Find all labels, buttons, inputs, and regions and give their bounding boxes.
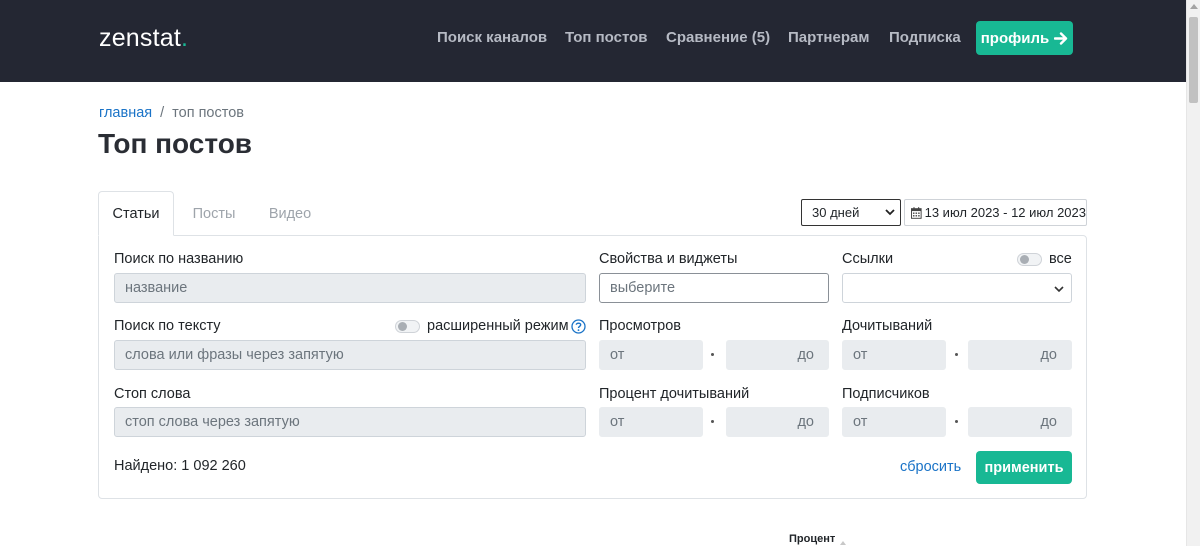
- results-count: Найдено: 1 092 260: [114, 458, 246, 474]
- read-percent-to-input[interactable]: до: [726, 407, 829, 437]
- nav-subscription[interactable]: Подписка: [889, 29, 961, 46]
- title-search-input[interactable]: название: [114, 273, 586, 303]
- advanced-mode-label: расширенный режим: [427, 318, 569, 334]
- scroll-up-arrow-icon[interactable]: [1190, 4, 1198, 9]
- nav-partners[interactable]: Партнерам: [788, 29, 869, 46]
- text-search-label: Поиск по тексту: [114, 318, 221, 334]
- profile-button-label: профиль: [980, 29, 1050, 47]
- sort-icon[interactable]: [840, 541, 846, 545]
- toggle-knob: [1020, 255, 1029, 264]
- text-search-input[interactable]: слова или фразы через запятую: [114, 340, 586, 370]
- range-dash: [955, 420, 958, 423]
- reset-link[interactable]: сбросить: [900, 459, 961, 475]
- table-column-header[interactable]: Процент: [789, 533, 835, 545]
- apply-button[interactable]: применить: [976, 451, 1072, 484]
- links-select[interactable]: [842, 273, 1072, 303]
- logo-text: zenstat: [99, 24, 182, 52]
- logo[interactable]: zenstat.: [99, 24, 188, 53]
- subscribers-from-input[interactable]: от: [842, 407, 946, 437]
- read-percent-from-input[interactable]: от: [599, 407, 703, 437]
- read-through-from-input[interactable]: от: [842, 340, 946, 370]
- page-scrollbar[interactable]: [1186, 0, 1200, 546]
- profile-button[interactable]: профиль: [976, 21, 1073, 55]
- read-percent-label: Процент дочитываний: [599, 386, 750, 402]
- stop-words-label: Стоп слова: [114, 386, 191, 402]
- breadcrumb: главная / топ постов: [99, 105, 244, 121]
- title-search-label: Поиск по названию: [114, 251, 244, 267]
- tab-articles[interactable]: Статьи: [98, 191, 174, 236]
- properties-select[interactable]: выберите: [599, 273, 829, 303]
- arrow-right-icon: [1054, 31, 1068, 45]
- page-title: Топ постов: [98, 128, 253, 159]
- advanced-mode-toggle[interactable]: [395, 320, 420, 333]
- views-to-input[interactable]: до: [726, 340, 829, 370]
- date-range-text: 13 июл 2023 - 12 июл 2023: [924, 205, 1086, 220]
- nav-channel-search[interactable]: Поиск каналов: [437, 29, 547, 46]
- breadcrumb-separator: /: [160, 105, 165, 121]
- links-all-label: все: [1049, 251, 1072, 267]
- subscribers-label: Подписчиков: [842, 386, 930, 402]
- read-through-to-input[interactable]: до: [968, 340, 1072, 370]
- tab-video[interactable]: Видео: [252, 191, 328, 236]
- tab-posts[interactable]: Посты: [176, 191, 252, 236]
- range-dash: [711, 420, 714, 423]
- range-dash: [955, 353, 958, 356]
- properties-label: Свойства и виджеты: [599, 251, 738, 267]
- subscribers-to-input[interactable]: до: [968, 407, 1072, 437]
- views-label: Просмотров: [599, 318, 681, 334]
- help-icon[interactable]: [571, 319, 586, 334]
- calendar-icon: [911, 206, 922, 219]
- nav-compare[interactable]: Сравнение (5): [666, 29, 770, 46]
- chevron-down-icon: [1054, 286, 1064, 293]
- date-range-picker[interactable]: 13 июл 2023 - 12 июл 2023: [904, 199, 1087, 226]
- links-all-toggle[interactable]: [1017, 253, 1042, 266]
- views-from-input[interactable]: от: [599, 340, 703, 370]
- stop-words-input[interactable]: стоп слова через запятую: [114, 407, 586, 437]
- breadcrumb-current: топ постов: [172, 105, 244, 121]
- logo-dot: .: [181, 24, 189, 52]
- period-select-value: 30 дней: [812, 205, 860, 220]
- top-navbar: zenstat. Поиск каналов Топ постов Сравне…: [0, 0, 1186, 82]
- links-label: Ссылки: [842, 251, 894, 267]
- scrollbar-thumb[interactable]: [1189, 17, 1198, 103]
- toggle-knob: [398, 322, 407, 331]
- breadcrumb-home[interactable]: главная: [99, 105, 152, 121]
- range-dash: [711, 353, 714, 356]
- period-select[interactable]: 30 дней: [801, 199, 901, 226]
- chevron-down-icon: [885, 209, 895, 216]
- nav-top-posts[interactable]: Топ постов: [565, 29, 648, 46]
- read-through-label: Дочитываний: [842, 318, 933, 334]
